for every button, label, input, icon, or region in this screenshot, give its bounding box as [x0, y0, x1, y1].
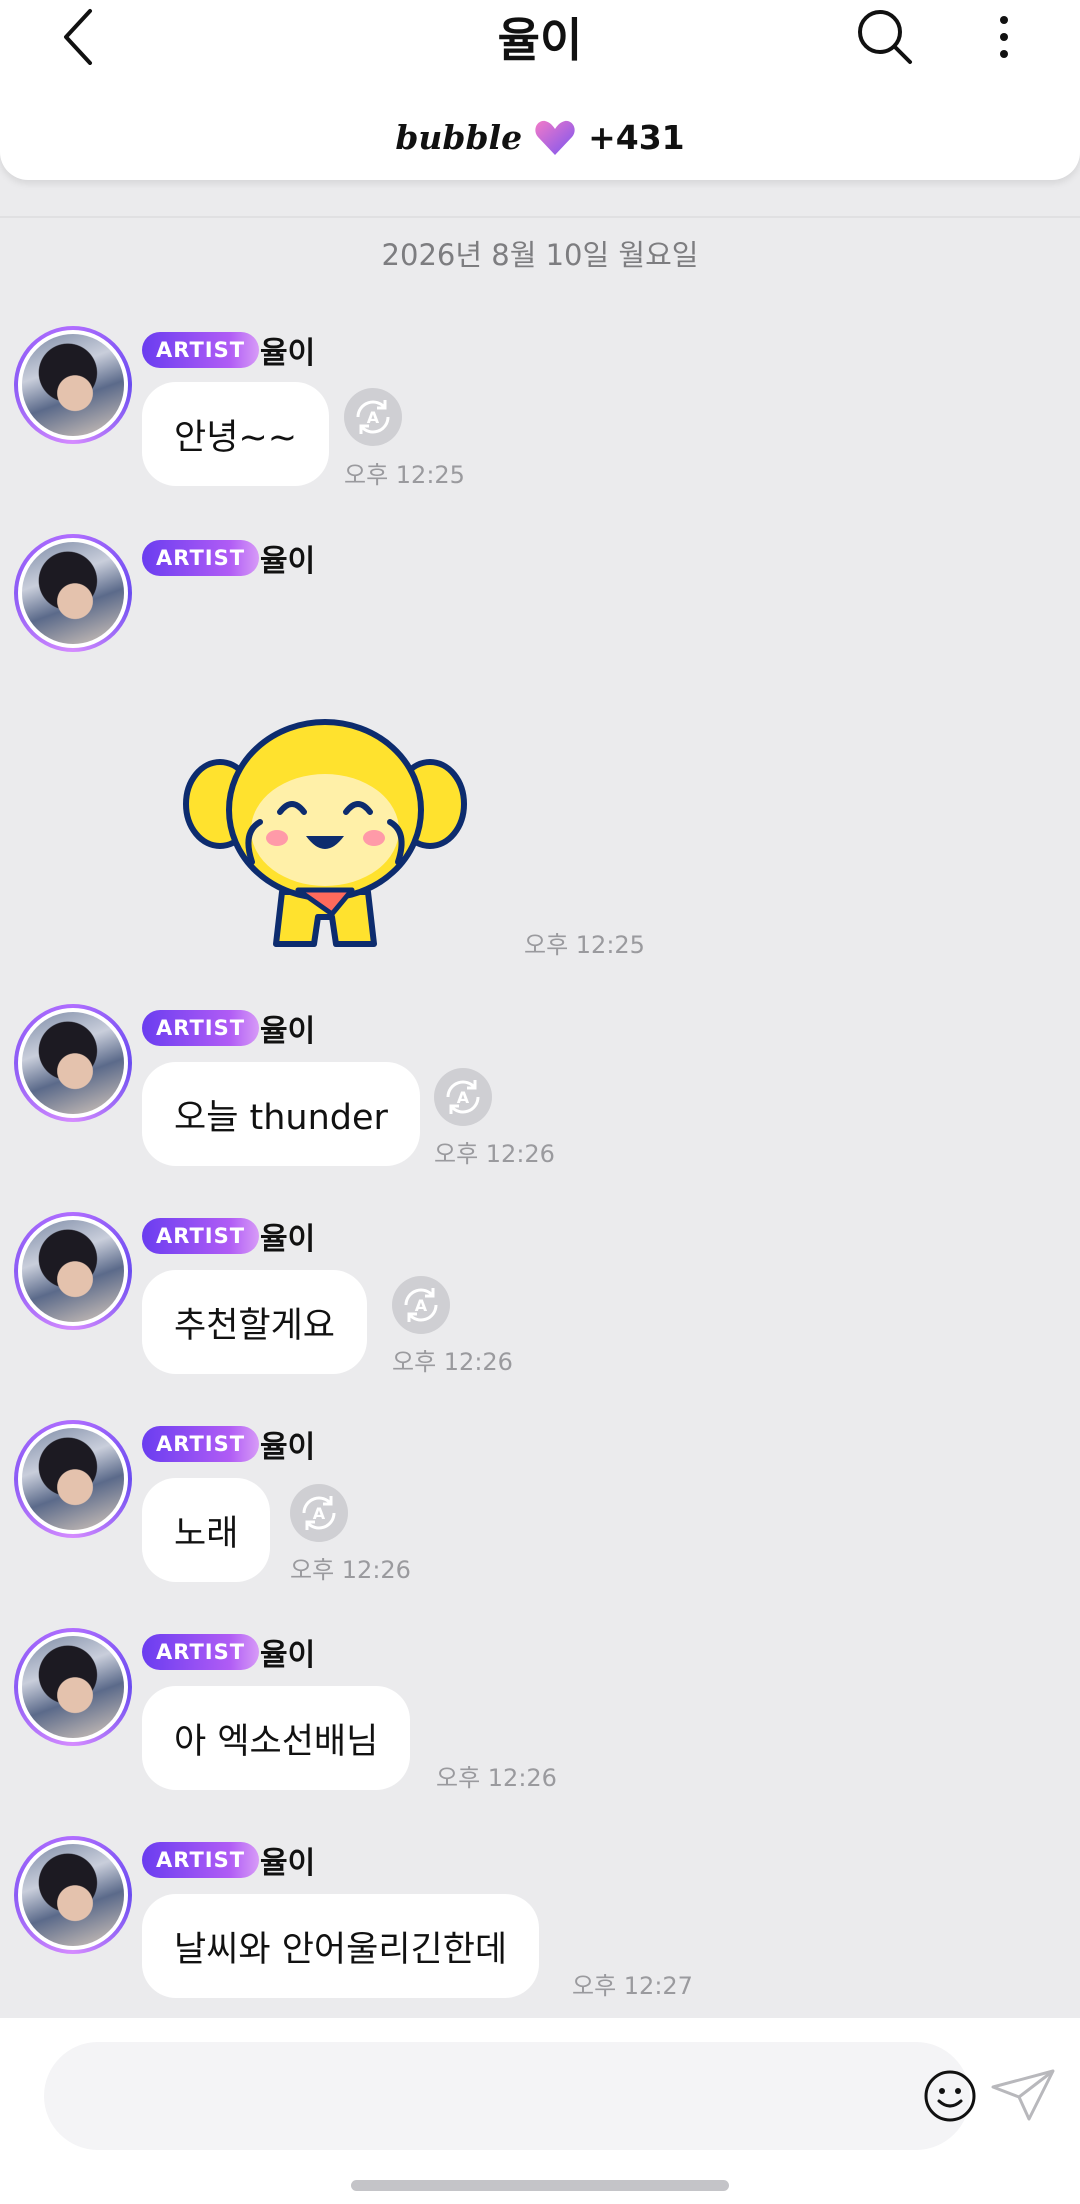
- bubble-count-row[interactable]: bubble +431: [0, 118, 1080, 157]
- artist-badge: ARTIST: [142, 332, 260, 368]
- sender-name: 율이: [260, 336, 316, 371]
- sender-name: 율이: [260, 544, 316, 579]
- avatar[interactable]: [14, 1836, 132, 1954]
- avatar[interactable]: [14, 1212, 132, 1330]
- home-indicator[interactable]: [351, 2180, 729, 2191]
- page-title: 율이: [497, 13, 583, 67]
- input-bar: [0, 2018, 1080, 2204]
- message-time: 오후 12:26: [434, 1140, 555, 1168]
- message-time: 오후 12:26: [436, 1764, 557, 1792]
- translate-button[interactable]: A: [392, 1276, 450, 1334]
- artist-badge: ARTIST: [142, 1218, 260, 1254]
- more-options-button[interactable]: [984, 6, 1024, 68]
- message-time: 오후 12:26: [392, 1348, 513, 1376]
- svg-text:A: A: [457, 1088, 470, 1107]
- divider: [0, 216, 1080, 218]
- translate-icon: A: [404, 1288, 438, 1322]
- message-bubble[interactable]: 안녕~~: [142, 382, 330, 486]
- avatar[interactable]: [14, 534, 132, 652]
- message-bubble[interactable]: 아 엑소선배님: [142, 1686, 411, 1790]
- avatar[interactable]: [14, 1628, 132, 1746]
- emoji-icon: [924, 2070, 976, 2122]
- bubble-brand: bubble: [395, 118, 523, 157]
- message-time: 오후 12:25: [524, 931, 645, 959]
- avatar[interactable]: [14, 326, 132, 444]
- more-vertical-icon: [1000, 16, 1008, 58]
- svg-text:A: A: [415, 1296, 428, 1315]
- avatar[interactable]: [14, 1420, 132, 1538]
- sender-name: 율이: [260, 1014, 316, 1049]
- artist-badge: ARTIST: [142, 1842, 260, 1878]
- sender-name: 율이: [260, 1846, 316, 1881]
- bubble-count: +431: [588, 118, 685, 157]
- translate-button[interactable]: A: [434, 1068, 492, 1126]
- message-time: 오후 12:25: [344, 461, 465, 489]
- top-bar: 율이 bubble +431: [0, 0, 1080, 180]
- emoji-button[interactable]: [922, 2068, 978, 2124]
- send-button[interactable]: [988, 2062, 1058, 2128]
- translate-button[interactable]: A: [344, 388, 402, 446]
- send-icon: [991, 2069, 1055, 2121]
- svg-text:A: A: [313, 1504, 326, 1523]
- message-time: 오후 12:27: [572, 1972, 693, 2000]
- message-bubble[interactable]: 추천할게요: [142, 1270, 368, 1374]
- svg-text:A: A: [367, 408, 380, 427]
- translate-icon: A: [302, 1496, 336, 1530]
- date-separator: 2026년 8월 10일 월요일: [381, 238, 699, 272]
- artist-badge: ARTIST: [142, 1010, 260, 1046]
- message-bubble[interactable]: 오늘 thunder: [142, 1062, 420, 1166]
- yellow-monkey-sticker[interactable]: [182, 712, 468, 952]
- message-bubble[interactable]: 날씨와 안어울리긴한데: [142, 1894, 540, 1998]
- sender-name: 율이: [260, 1638, 316, 1673]
- translate-icon: A: [446, 1080, 480, 1114]
- search-button[interactable]: [852, 4, 918, 70]
- translate-icon: A: [356, 400, 390, 434]
- artist-badge: ARTIST: [142, 1634, 260, 1670]
- artist-badge: ARTIST: [142, 540, 260, 576]
- avatar[interactable]: [14, 1004, 132, 1122]
- message-time: 오후 12:26: [290, 1556, 411, 1584]
- sender-name: 율이: [260, 1222, 316, 1257]
- artist-badge: ARTIST: [142, 1426, 260, 1462]
- heart-icon: [535, 120, 575, 155]
- message-input-container[interactable]: [44, 2042, 976, 2150]
- translate-button[interactable]: A: [290, 1484, 348, 1542]
- search-icon: [858, 10, 912, 64]
- sender-name: 율이: [260, 1430, 316, 1465]
- message-input[interactable]: [84, 2042, 864, 2150]
- message-bubble[interactable]: 노래: [142, 1478, 271, 1582]
